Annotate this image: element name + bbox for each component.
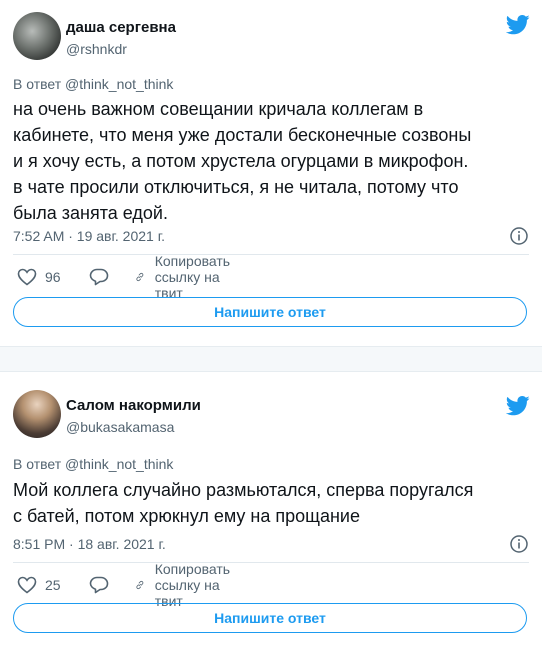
tweet-timestamp[interactable]: 8:51 PM · 18 авг. 2021 г. (13, 536, 166, 552)
tweet-card: Салом накормили @bukasakamasa В ответ @t… (0, 372, 542, 650)
reply-icon (89, 576, 109, 594)
tweet-text-line: в чате просили отключиться, я не читала,… (13, 177, 459, 197)
avatar[interactable] (13, 390, 61, 438)
display-name[interactable]: Салом накормили (66, 397, 201, 414)
tweet-separator (0, 346, 542, 372)
tweet-text: на очень важном совещании кричала коллег… (13, 96, 528, 226)
copy-link-label: Копировать ссылку на твит (154, 561, 231, 609)
link-icon (136, 580, 144, 590)
tweet-card: даша сергевна @rshnkdr В ответ @think_no… (0, 0, 542, 346)
tweet-text-line: Мой коллега случайно размьютался, сперва… (13, 480, 474, 500)
tweet-timestamp[interactable]: 7:52 AM · 19 авг. 2021 г. (13, 228, 165, 244)
like-count: 25 (45, 577, 61, 593)
like-action[interactable]: 96 (17, 266, 61, 288)
reply-button[interactable]: Напишите ответ (13, 297, 527, 327)
tweet-text-line: с батей, потом хрюкнул ему на прощание (13, 506, 360, 526)
avatar[interactable] (13, 12, 61, 60)
reply-icon (89, 268, 109, 286)
tweet-text-line: и я хочу есть, а потом хрустела огурцами… (13, 151, 469, 171)
copy-link-action[interactable]: Копировать ссылку на твит (135, 561, 240, 609)
heart-icon (17, 576, 37, 594)
tweet-text-line: была занята едой. (13, 203, 168, 223)
display-name[interactable]: даша сергевна (66, 19, 176, 36)
user-handle[interactable]: @rshnkdr (66, 41, 127, 57)
reply-to-label[interactable]: В ответ @think_not_think (13, 76, 173, 92)
info-icon[interactable] (510, 227, 528, 245)
twitter-bird-icon[interactable] (506, 15, 530, 35)
divider (13, 254, 529, 255)
like-count: 96 (45, 269, 61, 285)
info-icon[interactable] (510, 535, 528, 553)
reply-action[interactable] (89, 574, 109, 596)
tweet-text-line: на очень важном совещании кричала коллег… (13, 99, 424, 119)
reply-to-label[interactable]: В ответ @think_not_think (13, 456, 173, 472)
reply-button[interactable]: Напишите ответ (13, 603, 527, 633)
copy-link-label: Копировать ссылку на твит (154, 253, 231, 301)
heart-icon (17, 268, 37, 286)
twitter-bird-icon[interactable] (506, 396, 530, 416)
tweet-text-line: кабинете, что меня уже достали бесконечн… (13, 125, 472, 145)
tweet-text: Мой коллега случайно размьютался, сперва… (13, 477, 528, 529)
user-handle[interactable]: @bukasakamasa (66, 419, 174, 435)
like-action[interactable]: 25 (17, 574, 61, 596)
link-icon (136, 272, 144, 282)
divider (13, 562, 529, 563)
copy-link-action[interactable]: Копировать ссылку на твит (135, 253, 240, 301)
reply-action[interactable] (89, 266, 109, 288)
